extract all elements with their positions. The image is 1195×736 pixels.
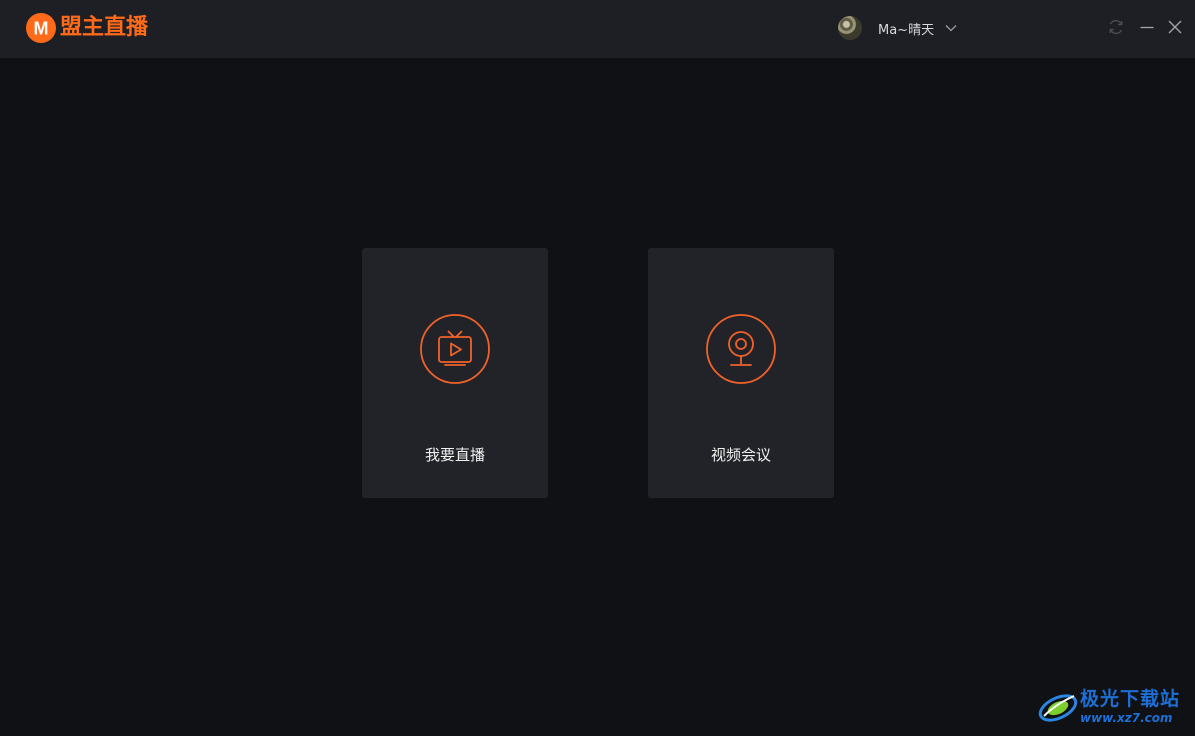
card-go-live-label: 我要直播: [424, 446, 485, 464]
minimize-icon: [1140, 26, 1154, 29]
close-icon: [1168, 20, 1182, 34]
app-title: 盟主直播: [60, 15, 149, 40]
card-video-meeting-label: 视频会议: [710, 446, 771, 464]
refresh-button[interactable]: [1106, 17, 1126, 37]
logo-letter: M: [34, 19, 49, 39]
user-menu[interactable]: Ma~晴天: [838, 15, 958, 41]
watermark: 极光下载站 www.xz7.com: [1036, 684, 1188, 730]
watermark-title: 极光下载站: [1080, 688, 1181, 710]
avatar[interactable]: [838, 16, 862, 40]
refresh-icon: [1109, 19, 1123, 35]
chevron-down-icon[interactable]: [944, 21, 958, 35]
watermark-logo-icon: [1038, 694, 1078, 722]
username[interactable]: Ma~晴天: [878, 19, 934, 38]
webcam-icon: [706, 314, 776, 384]
tv-play-icon: [420, 314, 490, 384]
app-logo: M 盟主直播: [26, 12, 148, 44]
card-video-meeting[interactable]: 视频会议: [648, 248, 834, 498]
title-bar: M 盟主直播 Ma~晴天: [0, 0, 1195, 58]
card-go-live[interactable]: 我要直播: [362, 248, 548, 498]
close-button[interactable]: [1165, 17, 1185, 37]
watermark-url: www.xz7.com: [1080, 711, 1173, 725]
minimize-button[interactable]: [1137, 17, 1157, 37]
logo-badge-icon: M: [26, 13, 56, 43]
app-window: M 盟主直播 Ma~晴天 我要直播 视频会议 极光下载站 www.xz7.com: [0, 0, 1195, 736]
